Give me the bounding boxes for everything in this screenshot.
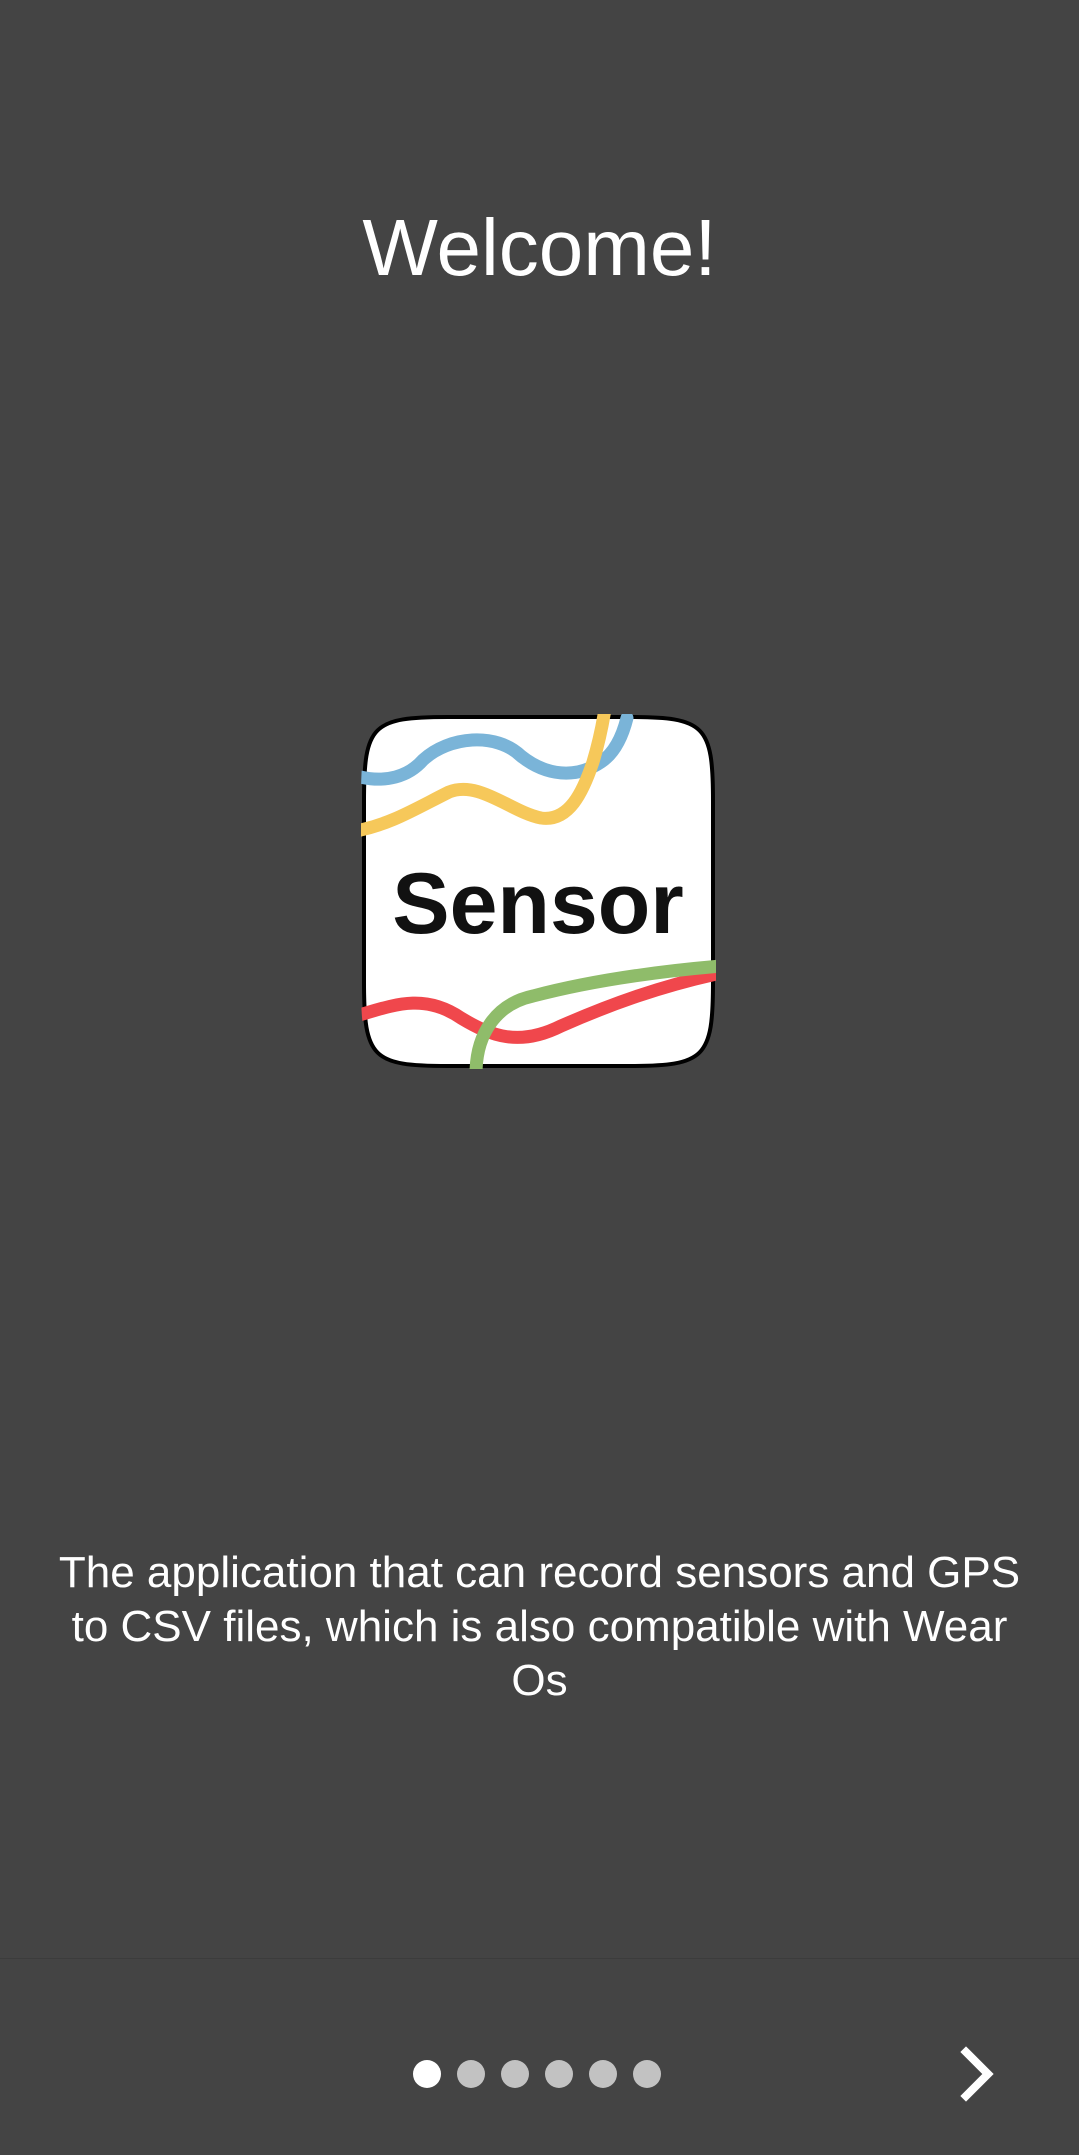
- page-dot-4[interactable]: [545, 2060, 573, 2088]
- next-button[interactable]: [941, 2033, 1015, 2115]
- page-title: Welcome!: [362, 203, 717, 292]
- page-dot-2[interactable]: [457, 2060, 485, 2088]
- pager-bar: [0, 1958, 1079, 2155]
- page-dot-1[interactable]: [413, 2060, 441, 2088]
- welcome-screen: Welcome! Sensor The application that can…: [0, 0, 1079, 2155]
- page-dot-5[interactable]: [589, 2060, 617, 2088]
- app-description: The application that can record sensors …: [58, 1548, 1021, 1705]
- sensor-app-logo: Sensor: [361, 714, 716, 1069]
- page-indicator: [413, 2059, 677, 2089]
- chevron-right-icon: [960, 2046, 994, 2102]
- page-dot-6[interactable]: [633, 2060, 661, 2088]
- logo-text: Sensor: [392, 856, 684, 952]
- page-dot-3[interactable]: [501, 2060, 529, 2088]
